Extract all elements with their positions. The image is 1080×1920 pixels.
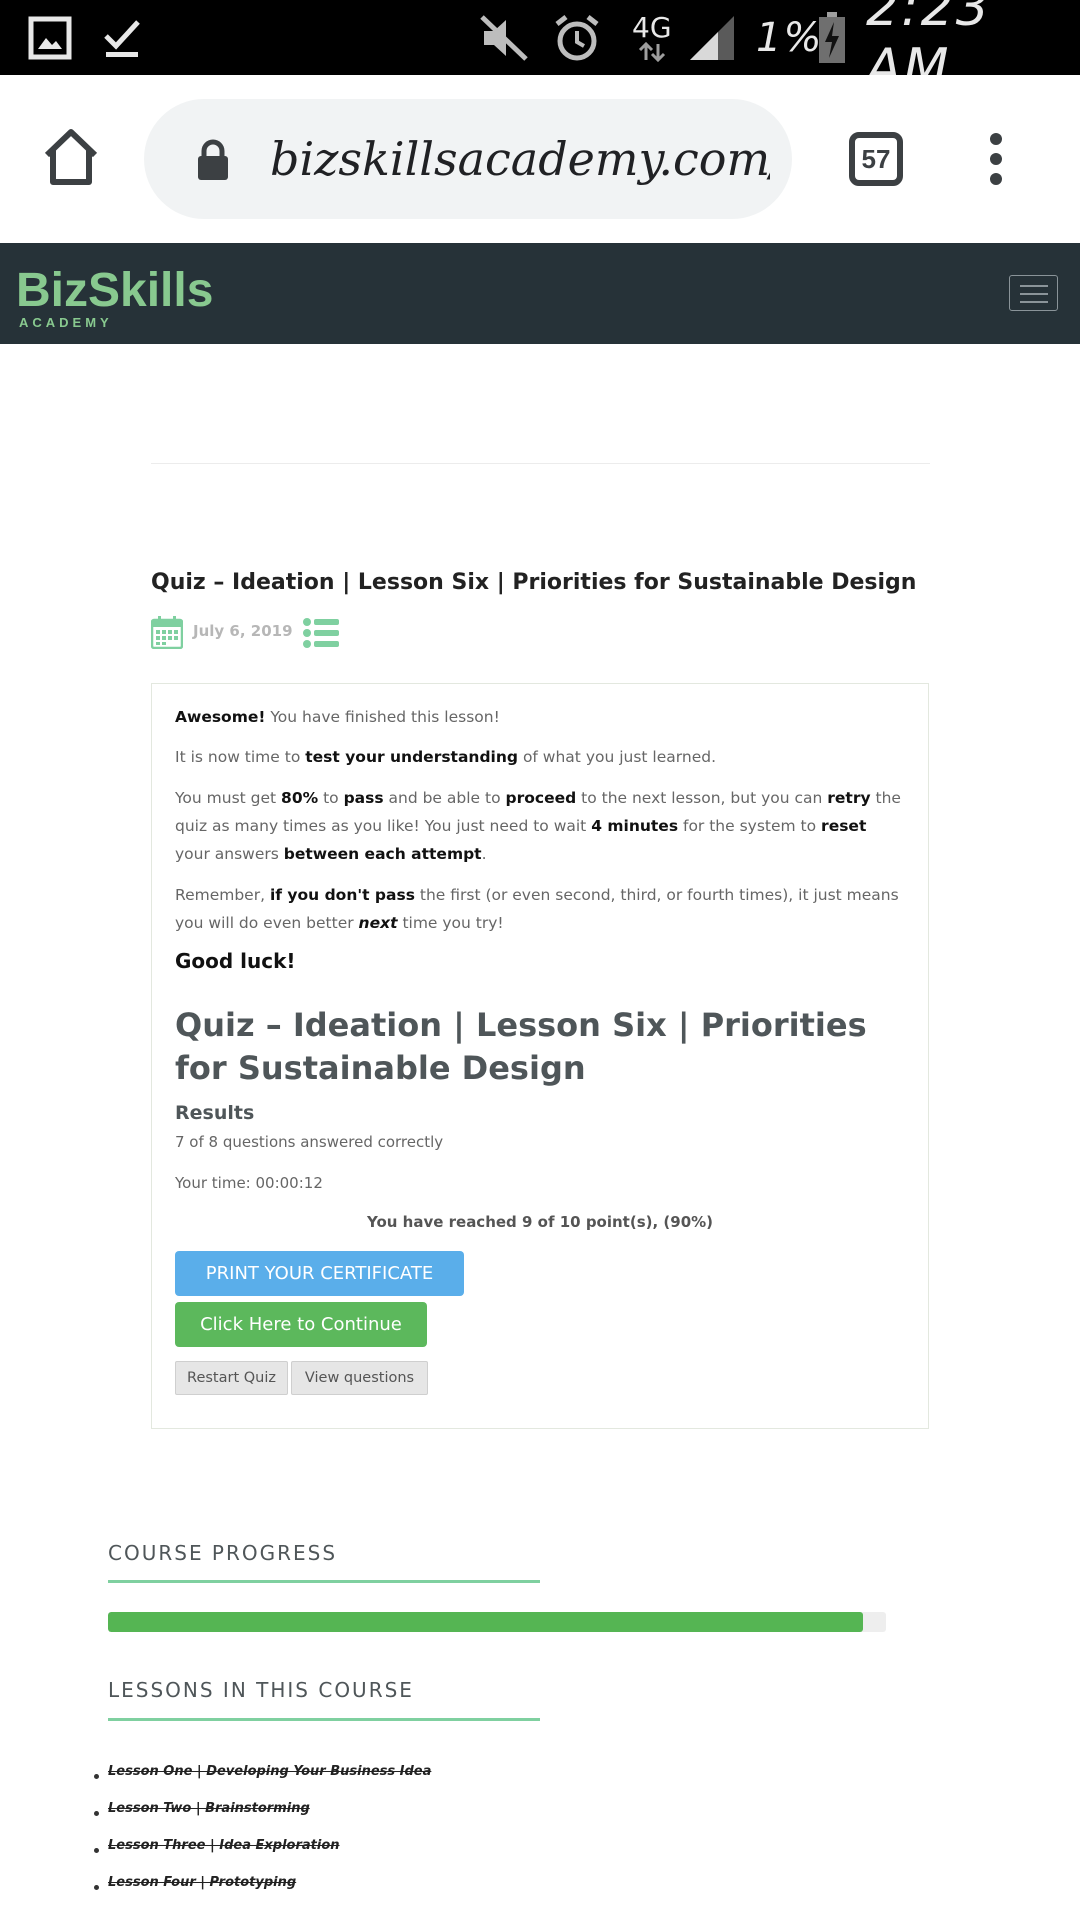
lesson-link[interactable]: Lesson Four | Prototyping (108, 1875, 296, 1890)
list-item[interactable]: Lesson Three | Idea Exploration (94, 1836, 794, 1873)
lesson-content-box: Awesome! You have finished this lesson! … (151, 683, 929, 1429)
course-progress-heading: COURSE PROGRESS (108, 1541, 338, 1565)
signal-icon (688, 0, 736, 75)
print-certificate-button[interactable]: PRINT YOUR CERTIFICATE (175, 1251, 464, 1296)
menu-dots-icon[interactable] (986, 133, 1006, 190)
intro-paragraph-1: Awesome! You have finished this lesson! (175, 708, 500, 726)
restart-quiz-button[interactable]: Restart Quiz (175, 1361, 288, 1395)
list-item[interactable]: Lesson One | Developing Your Business Id… (94, 1762, 794, 1799)
continue-button[interactable]: Click Here to Continue (175, 1302, 427, 1347)
data-arrows-icon (638, 41, 665, 62)
list-item[interactable]: Lesson Two | Brainstorming (94, 1799, 794, 1836)
results-heading: Results (175, 1102, 255, 1124)
calendar-icon (150, 615, 184, 654)
page-title: Quiz – Ideation | Lesson Six | Prioritie… (151, 570, 917, 595)
questions-answered: 7 of 8 questions answered correctly (175, 1133, 444, 1151)
lessons-underline (108, 1718, 540, 1721)
browser-toolbar: bizskillsacademy.com/q 57 (0, 75, 1080, 243)
intro-paragraph-3: You must get 80% to pass and be able to … (175, 789, 901, 863)
bullet (94, 1848, 99, 1853)
lock-icon (196, 139, 230, 186)
quiz-title: Quiz – Ideation | Lesson Six | Prioritie… (175, 1006, 867, 1087)
course-progress-fill (108, 1612, 863, 1632)
url-text[interactable]: bizskillsacademy.com/q (270, 99, 770, 219)
intro-paragraph-2: It is now time to test your understandin… (175, 748, 716, 766)
bullet (94, 1885, 99, 1890)
battery-percent: 1% (756, 14, 824, 61)
address-bar[interactable]: bizskillsacademy.com/q (144, 99, 792, 219)
list-icon[interactable] (303, 618, 339, 653)
mute-icon (480, 0, 530, 75)
good-luck-heading: Good luck! (175, 949, 296, 973)
download-done-icon (102, 0, 142, 75)
lesson-link[interactable]: Lesson One | Developing Your Business Id… (108, 1764, 431, 1779)
intro-paragraph-4: Remember, if you don't pass the first (o… (175, 886, 899, 932)
bullet (94, 1811, 99, 1816)
view-questions-button[interactable]: View questions (291, 1361, 428, 1395)
site-header: BizSkills ACADEMY (0, 243, 1080, 344)
tab-switcher-button[interactable]: 57 (849, 132, 903, 186)
site-logo-subtitle: ACADEMY (19, 315, 113, 330)
hamburger-menu-button[interactable] (1009, 275, 1058, 311)
list-item[interactable]: Lesson Four | Prototyping (94, 1873, 794, 1910)
lesson-link[interactable]: Lesson Three | Idea Exploration (108, 1838, 340, 1853)
lessons-heading: LESSONS IN THIS COURSE (108, 1678, 414, 1702)
battery-charging-icon (818, 0, 846, 75)
lesson-link[interactable]: Lesson Two | Brainstorming (108, 1801, 310, 1816)
bullet (94, 1774, 99, 1779)
status-bar: 4G 1% 2:23 AM (0, 0, 1080, 98)
alarm-icon (553, 0, 601, 75)
gallery-icon (28, 0, 72, 75)
home-icon[interactable] (42, 127, 100, 192)
points-summary: You have reached 9 of 10 point(s), (90%) (366, 1213, 714, 1231)
course-progress-bar (108, 1612, 886, 1632)
divider (151, 463, 930, 464)
site-logo[interactable]: BizSkills (16, 263, 213, 318)
post-date: July 6, 2019 (193, 622, 293, 640)
course-progress-underline (108, 1580, 540, 1583)
network-type: 4G (632, 10, 672, 44)
quiz-time: Your time: 00:00:12 (175, 1174, 323, 1192)
lesson-list: Lesson One | Developing Your Business Id… (94, 1762, 794, 1910)
